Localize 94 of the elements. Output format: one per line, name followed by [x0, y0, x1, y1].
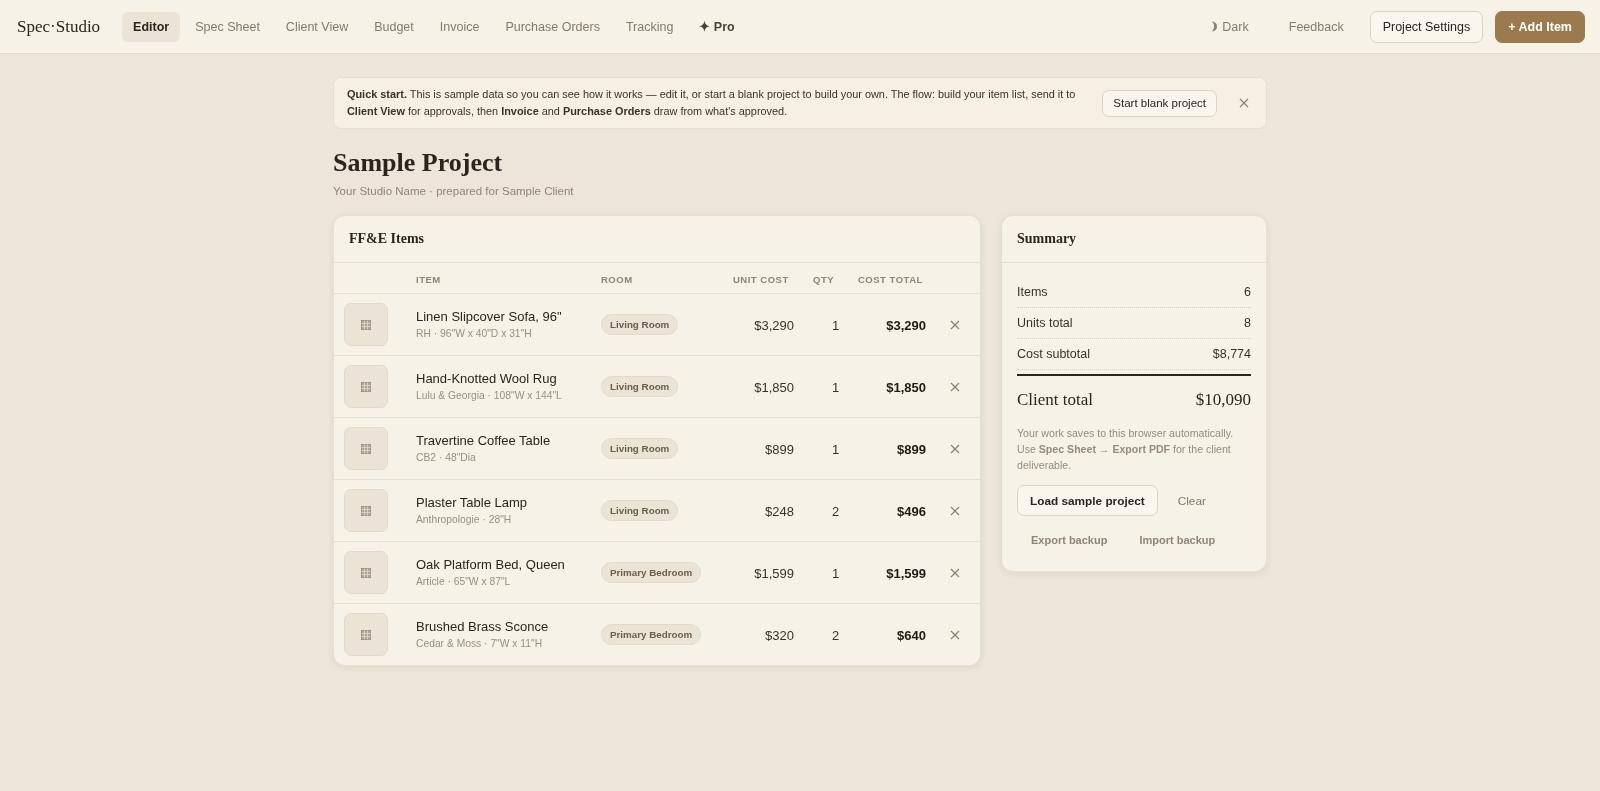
- quantity: 2: [831, 627, 840, 643]
- card-title: Summary: [1017, 231, 1077, 247]
- nav-tab[interactable]: Purchase Orders: [494, 11, 611, 42]
- total-label: Client total: [1017, 389, 1094, 411]
- add-item-button[interactable]: + Add Item: [1495, 10, 1585, 43]
- column-header: COST TOTAL: [858, 274, 923, 285]
- room-tag: Living Room: [601, 314, 679, 335]
- unit-cost: $248: [765, 503, 794, 519]
- item-name: Plaster Table Lamp: [416, 493, 528, 511]
- nav-tab[interactable]: Tracking: [614, 11, 685, 42]
- summary-value: 6: [1244, 285, 1251, 299]
- remove-button[interactable]: [950, 567, 960, 578]
- cost-total: $899: [897, 441, 926, 457]
- quantity: 1: [831, 317, 840, 333]
- nav-tab[interactable]: Invoice: [428, 11, 491, 42]
- banner-text: Quick start. This is sample data so you can see how it works — edit it, or start a blank project to build your own. The flow: build your item list, send it to Client View for approvals, then Invoice and Purchase Orders draw from what's approved.: [347, 87, 1077, 119]
- item-details: Article · 65"W x 87"L: [416, 574, 511, 588]
- nav-tab[interactable]: Editor: [122, 11, 181, 42]
- quantity: 1: [831, 379, 840, 395]
- project-subtitle: Your Studio Name · prepared for Sample Client: [333, 184, 575, 199]
- close-icon: [950, 567, 960, 578]
- project-title: Sample Project: [333, 147, 504, 179]
- summary-label: Items: [1017, 285, 1048, 299]
- room-tag: Primary Bedroom: [601, 624, 702, 645]
- remove-button[interactable]: [950, 505, 960, 516]
- item-name: Hand-Knotted Wool Rug: [416, 369, 557, 387]
- summary-label: Cost subtotal: [1017, 347, 1090, 361]
- summary-action-button[interactable]: Load sample project: [1017, 485, 1158, 516]
- item-name: Brushed Brass Sconce: [416, 617, 549, 635]
- room-tag: Living Room: [601, 438, 679, 459]
- column-header: ITEM: [416, 274, 441, 285]
- grid-icon: [361, 319, 371, 330]
- grid-icon: [361, 567, 371, 578]
- unit-cost: $899: [765, 441, 794, 457]
- dismiss-button[interactable]: [1239, 98, 1249, 108]
- summary-action-button[interactable]: Clear: [1163, 485, 1220, 516]
- item-details: CB2 · 48"Dia: [416, 450, 476, 464]
- grid-icon: [361, 505, 371, 516]
- start-blank-button[interactable]: Start blank project: [1102, 89, 1217, 117]
- nav-tab[interactable]: Client View: [274, 11, 360, 42]
- nav-tab[interactable]: Spec Sheet: [184, 11, 271, 42]
- theme-toggle[interactable]: Dark: [1197, 13, 1263, 40]
- cost-total: $640: [897, 627, 926, 643]
- project-settings-button[interactable]: Project Settings: [1369, 10, 1484, 43]
- item-details: Lulu & Georgia · 108"W x 144"L: [416, 388, 562, 402]
- remove-button[interactable]: [950, 443, 960, 454]
- pro-link[interactable]: ✦ Pro: [688, 11, 746, 42]
- unit-cost: $320: [765, 627, 794, 643]
- card-title: FF&E Items: [349, 231, 425, 247]
- moon-icon: [1211, 21, 1219, 32]
- nav-tab[interactable]: Budget: [363, 11, 425, 42]
- cost-total: $3,290: [886, 317, 926, 333]
- backup-button[interactable]: Export backup: [1017, 526, 1122, 553]
- summary-value: $8,774: [1212, 347, 1251, 361]
- unit-cost: $1,599: [754, 565, 794, 581]
- column-header: ROOM: [601, 274, 633, 285]
- cost-total: $496: [897, 503, 926, 519]
- close-icon: [950, 629, 960, 640]
- grid-icon: [361, 629, 371, 640]
- close-icon: [950, 319, 960, 330]
- room-tag: Living Room: [601, 500, 679, 521]
- grid-icon: [361, 443, 371, 454]
- cost-total: $1,599: [886, 565, 926, 581]
- summary-value: 8: [1244, 316, 1251, 330]
- column-header: UNIT COST: [733, 274, 789, 285]
- total-value: $10,090: [1195, 389, 1251, 411]
- app-logo[interactable]: Spec·Studio: [17, 16, 101, 37]
- quantity: 1: [831, 441, 840, 457]
- backup-button[interactable]: Import backup: [1125, 526, 1230, 553]
- summary-label: Units total: [1017, 316, 1073, 330]
- item-name: Travertine Coffee Table: [416, 431, 551, 449]
- remove-button[interactable]: [950, 629, 960, 640]
- column-header: QTY: [813, 274, 835, 285]
- remove-button[interactable]: [950, 319, 960, 330]
- summary-note: Your work saves to this browser automatically. Use Spec Sheet → Export PDF for the client deliverable.: [1017, 426, 1235, 473]
- item-details: RH · 96"W x 40"D x 31"H: [416, 326, 532, 340]
- item-details: Anthropologie · 28"H: [416, 512, 512, 526]
- close-icon: [950, 505, 960, 516]
- grid-icon: [361, 381, 371, 392]
- close-icon: [1239, 98, 1249, 108]
- item-name: Linen Slipcover Sofa, 96": [416, 307, 562, 325]
- item-details: Cedar & Moss · 7"W x 11"H: [416, 636, 543, 650]
- item-name: Oak Platform Bed, Queen: [416, 555, 565, 573]
- cost-total: $1,850: [886, 379, 926, 395]
- unit-cost: $1,850: [754, 379, 794, 395]
- close-icon: [950, 381, 960, 392]
- room-tag: Living Room: [601, 376, 679, 397]
- room-tag: Primary Bedroom: [601, 562, 702, 583]
- quantity: 2: [831, 503, 840, 519]
- close-icon: [950, 443, 960, 454]
- quantity: 1: [831, 565, 840, 581]
- unit-cost: $3,290: [754, 317, 794, 333]
- feedback-link[interactable]: Feedback: [1274, 13, 1358, 40]
- remove-button[interactable]: [950, 381, 960, 392]
